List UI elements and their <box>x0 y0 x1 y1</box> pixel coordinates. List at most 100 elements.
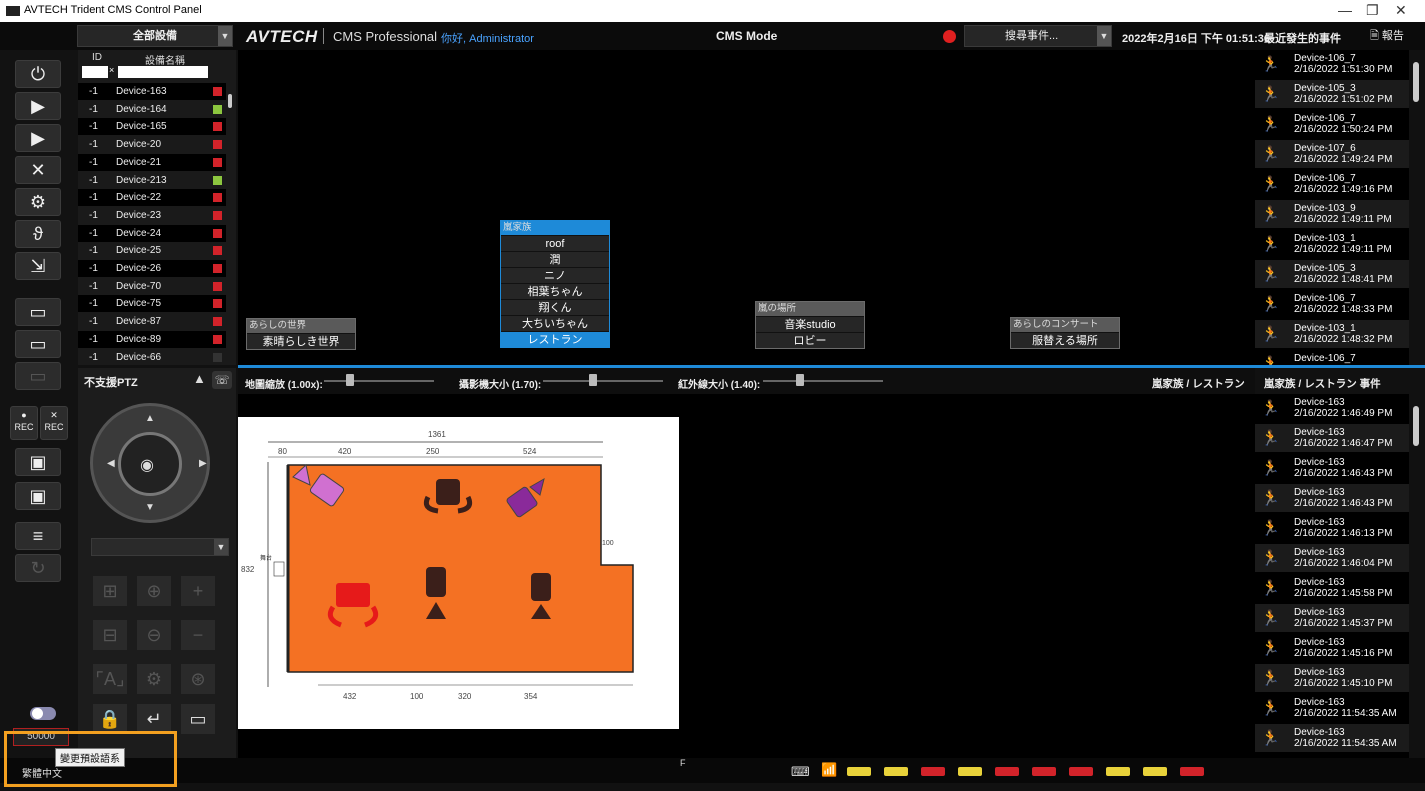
storage-chip-icon[interactable] <box>847 767 871 776</box>
map-group-item[interactable]: ロビー <box>756 332 864 348</box>
storage-chip-icon[interactable] <box>1106 767 1130 776</box>
chevron-down-icon[interactable]: ▼ <box>1097 26 1111 46</box>
screen-icon[interactable]: ▭ <box>181 704 215 734</box>
minus-icon[interactable]: − <box>181 620 215 650</box>
storage-chip-icon[interactable] <box>1180 767 1204 776</box>
floor-plan-image[interactable]: 1361 80 420 250 524 832 舞台 100 432 100 3… <box>238 417 679 729</box>
storage-chip-icon[interactable] <box>884 767 908 776</box>
tools-icon[interactable]: ✕ <box>15 156 61 184</box>
monitor-user-icon[interactable]: ▣ <box>15 482 61 510</box>
map-group-item[interactable]: 大ちいちゃん <box>501 315 609 331</box>
report-button[interactable]: 🗎 報告 <box>1370 26 1418 46</box>
map-group-item[interactable]: 音楽studio <box>756 316 864 332</box>
event-row[interactable]: 🏃 Device-103_1 2/16/2022 1:49:11 PM <box>1255 230 1409 258</box>
target-icon[interactable]: ⊛ <box>181 664 215 694</box>
storage-chip-icon[interactable] <box>1143 767 1167 776</box>
scroll-thumb[interactable] <box>1413 406 1419 446</box>
map-group-item[interactable]: 服替える場所 <box>1011 332 1119 348</box>
plus-icon[interactable]: + <box>181 576 215 606</box>
playback-icon[interactable]: ▶ <box>15 124 61 152</box>
device-id-header[interactable]: ID <box>92 52 102 63</box>
power-icon[interactable]: ⏻ <box>15 60 61 88</box>
map-group-item[interactable]: レストラン <box>501 331 609 347</box>
map-group-item[interactable]: ニノ <box>501 267 609 283</box>
name-filter-input[interactable] <box>118 66 208 78</box>
storage-chip-icon[interactable] <box>1069 767 1093 776</box>
zoom-out-icon[interactable]: ⊖ <box>137 620 171 650</box>
event-row[interactable]: 🏃 Device-163 2/16/2022 1:46:43 PM <box>1255 454 1409 482</box>
device-row[interactable]: -1 Device-20 <box>78 136 226 153</box>
device-row[interactable]: -1 Device-24 <box>78 224 226 242</box>
mode-toggle[interactable] <box>30 707 56 720</box>
event-row[interactable]: 🏃 Device-105_3 2/16/2022 1:51:02 PM <box>1255 80 1409 108</box>
camera-size-knob[interactable] <box>589 374 597 386</box>
event-row[interactable]: 🏃 Device-163 2/16/2022 1:46:49 PM <box>1255 394 1409 422</box>
ir-size-knob[interactable] <box>796 374 804 386</box>
map-group[interactable]: 嵐の場所 音楽studio ロビー <box>755 301 865 349</box>
device-row[interactable]: -1 Device-70 <box>78 278 226 295</box>
preset-select[interactable]: ▼ <box>91 538 229 556</box>
event-row[interactable]: 🏃 Device-106_7 2/16/2022 1:49:16 PM <box>1255 170 1409 198</box>
event-row[interactable]: 🏃 Device-163 2/16/2022 11:54:35 AM <box>1255 724 1409 752</box>
event-row[interactable]: 🏃 Device-107_6 2/16/2022 1:49:24 PM <box>1255 140 1409 168</box>
close-button[interactable]: ✕ <box>1395 2 1407 19</box>
device-row[interactable]: -1 Device-22 <box>78 189 226 207</box>
play-icon[interactable]: ▶ <box>15 92 61 120</box>
camera-size-slider[interactable] <box>543 380 663 382</box>
zoom-in-icon[interactable]: ⊕ <box>137 576 171 606</box>
device-row[interactable]: -1 Device-164 <box>78 101 226 118</box>
minimize-button[interactable]: — <box>1338 2 1352 18</box>
pan-down-icon[interactable]: ▼ <box>145 502 155 513</box>
device-row[interactable]: -1 Device-23 <box>78 207 226 224</box>
event-row[interactable]: 🏃 Device-163 2/16/2022 11:54:35 AM <box>1255 694 1409 722</box>
playback-user-icon[interactable]: ▣ <box>15 448 61 476</box>
device-row[interactable]: -1 Device-75 <box>78 295 226 313</box>
return-icon[interactable]: ↵ <box>137 704 171 734</box>
menu-icon[interactable]: ≡ <box>15 522 61 550</box>
event-row[interactable]: 🏃 Device-106_7 2/16/2022 1:48:33 PM <box>1255 290 1409 318</box>
settings-icon[interactable]: ⚙ <box>137 664 171 694</box>
event-row[interactable]: 🏃 Device-163 2/16/2022 1:46:43 PM <box>1255 484 1409 512</box>
map-group-item[interactable]: 相葉ちゃん <box>501 283 609 299</box>
event-row[interactable]: 🏃 Device-103_9 2/16/2022 1:49:11 PM <box>1255 200 1409 228</box>
download-icon[interactable]: ⇲ <box>15 252 61 280</box>
lock-icon[interactable]: 🔒 <box>93 704 127 734</box>
event-row[interactable]: 🏃 Device-163 2/16/2022 1:46:13 PM <box>1255 514 1409 542</box>
map-events-scrollbar[interactable] <box>1410 394 1423 758</box>
pan-right-icon[interactable]: ▶ <box>199 458 207 469</box>
id-filter-input[interactable] <box>82 66 108 78</box>
chevron-down-icon[interactable]: ▼ <box>218 26 232 46</box>
event-row[interactable]: 🏃 Device-163 2/16/2022 1:46:04 PM <box>1255 544 1409 572</box>
scroll-thumb[interactable] <box>228 94 232 108</box>
device-name-header[interactable]: 設備名稱 <box>145 52 185 67</box>
clear-name-filter-icon[interactable]: × <box>202 65 207 75</box>
camera-search-icon[interactable]: ▭ <box>15 330 61 358</box>
device-row[interactable]: -1 Device-165 <box>78 118 226 136</box>
scroll-thumb[interactable] <box>1413 62 1419 102</box>
device-row[interactable]: -1 Device-21 <box>78 153 226 171</box>
event-row[interactable]: 🏃 Device-163 2/16/2022 1:45:58 PM <box>1255 574 1409 602</box>
gear-icon[interactable]: ⚙ <box>15 188 61 216</box>
storage-chip-icon[interactable] <box>995 767 1019 776</box>
device-row[interactable]: -1 Device-66 <box>78 349 226 366</box>
device-filter-select[interactable]: 全部設備 ▼ <box>77 25 233 47</box>
pin-icon[interactable]: ▲ <box>193 371 211 389</box>
auto-focus-icon[interactable]: ⌜A⌟ <box>93 664 127 694</box>
pan-up-icon[interactable]: ▲ <box>145 413 155 424</box>
event-row[interactable]: 🏃 Device-106_7 <box>1255 350 1409 365</box>
user-greeting[interactable]: 你好, Administrator <box>441 30 534 46</box>
storage-chip-icon[interactable] <box>921 767 945 776</box>
map-group-item[interactable]: 翔くん <box>501 299 609 315</box>
clear-id-filter-icon[interactable]: × <box>109 65 114 75</box>
storage-chip-icon[interactable] <box>958 767 982 776</box>
map-group[interactable]: あらしの世界 素晴らしき世界 <box>246 318 356 350</box>
map-zoom-knob[interactable] <box>346 374 354 386</box>
map-group[interactable]: あらしのコンサート 服替える場所 <box>1010 317 1120 349</box>
map-zoom-slider[interactable] <box>324 380 434 382</box>
map-group[interactable]: 嵐家族 roof 潤ニノ 相葉ちゃん 翔くん 大ちいちゃん レストラン <box>500 220 610 348</box>
device-row[interactable]: -1 Device-25 <box>78 242 226 259</box>
device-row[interactable]: -1 Device-87 <box>78 313 226 330</box>
device-row[interactable]: -1 Device-26 <box>78 260 226 277</box>
event-row[interactable]: 🏃 Device-106_7 2/16/2022 1:50:24 PM <box>1255 110 1409 138</box>
device-row[interactable]: -1 Device-163 <box>78 83 226 100</box>
